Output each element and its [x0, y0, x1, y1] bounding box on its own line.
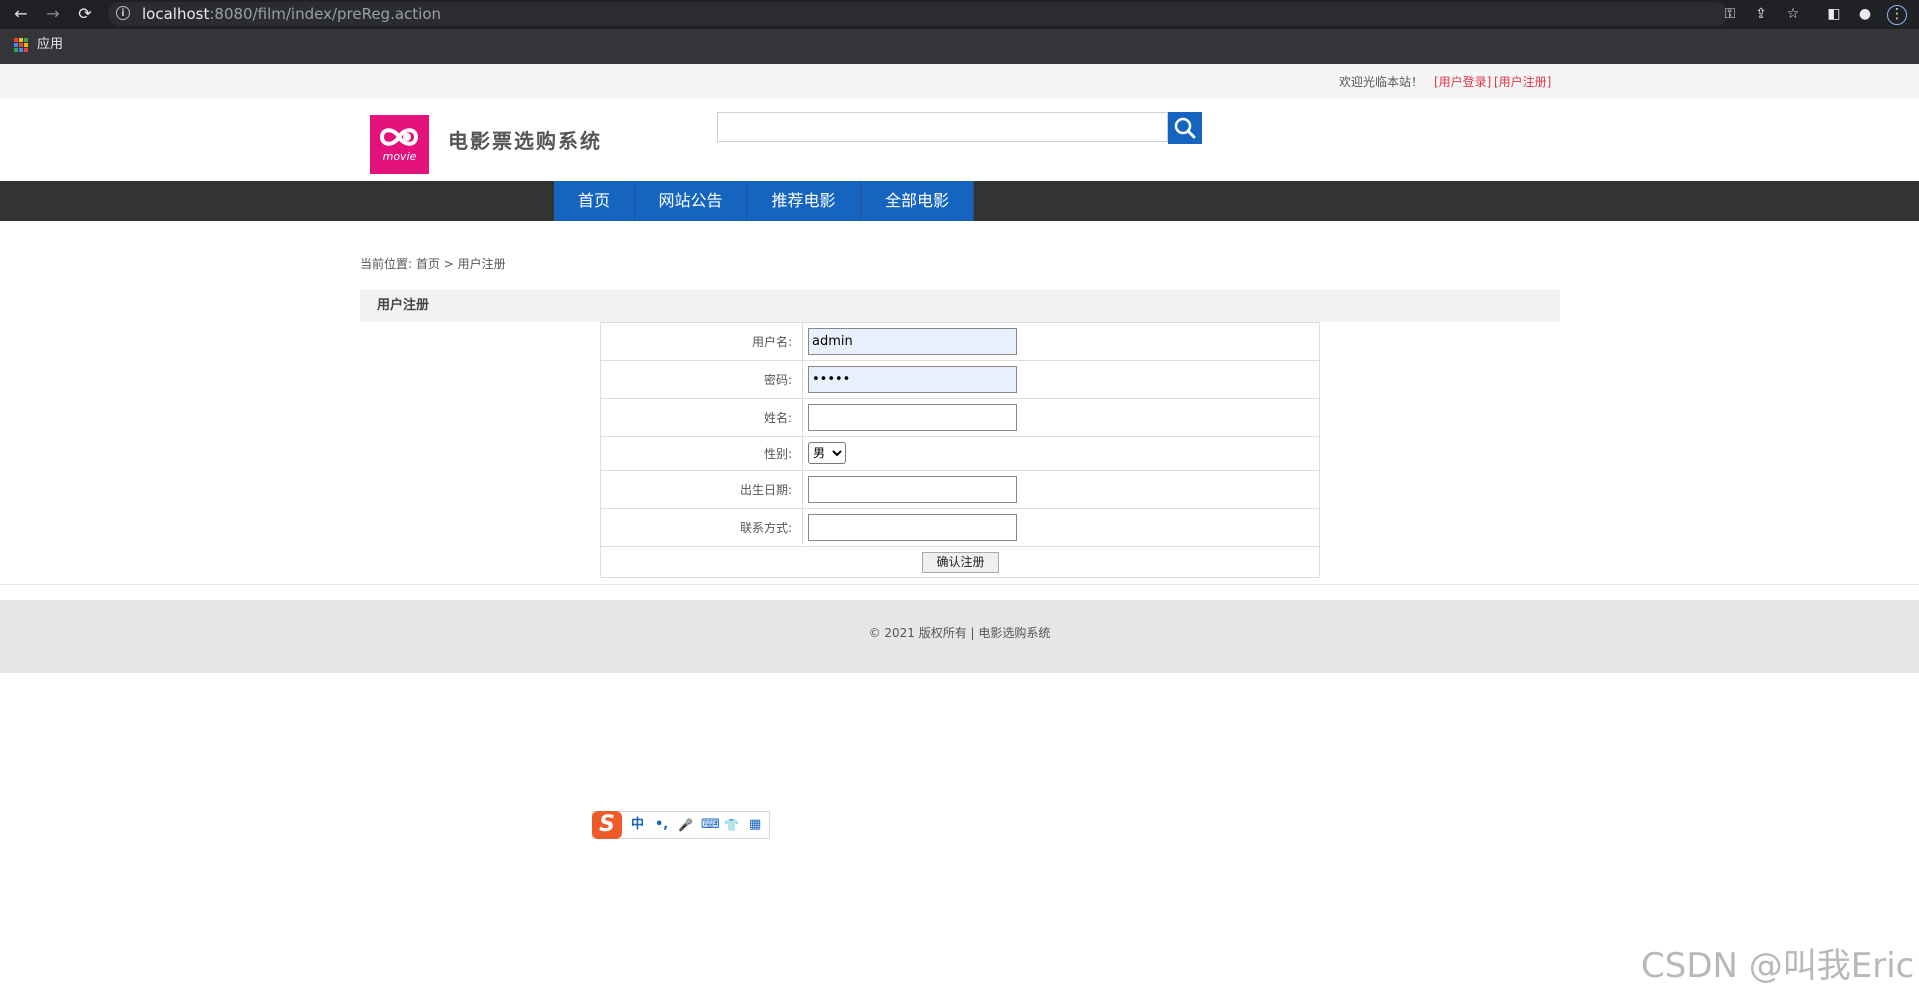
- section-header-bar: [360, 290, 1560, 322]
- side-panel-icon[interactable]: ◧: [1825, 5, 1843, 23]
- password-input[interactable]: [808, 366, 1017, 393]
- nav-announcements[interactable]: 网站公告: [635, 181, 747, 221]
- footer-separator: [0, 584, 1919, 585]
- nav-home[interactable]: 首页: [554, 181, 635, 221]
- forward-icon[interactable]: →: [43, 4, 63, 24]
- ime-microphone-icon[interactable]: 🎤: [678, 817, 693, 833]
- row-divider: [601, 470, 1319, 471]
- url-host: localhost: [142, 5, 210, 23]
- site-logo[interactable]: movie: [370, 115, 429, 174]
- submit-register-button[interactable]: 确认注册: [922, 552, 999, 573]
- welcome-text: 欢迎光临本站！: [1339, 75, 1424, 89]
- ime-toolbox-icon[interactable]: ▦: [749, 817, 761, 833]
- breadcrumb-prefix: 当前位置:: [360, 257, 413, 271]
- search-icon: [1174, 117, 1196, 139]
- contact-input[interactable]: [808, 514, 1017, 541]
- site-info-icon[interactable]: i: [116, 6, 130, 20]
- apps-bookmark[interactable]: 应用: [37, 36, 63, 54]
- breadcrumb-current: 用户注册: [457, 257, 506, 271]
- login-link[interactable]: [用户登录]: [1434, 75, 1491, 89]
- row-divider: [601, 360, 1319, 361]
- contact-label: 联系方式:: [739, 521, 792, 535]
- gender-select[interactable]: 男: [808, 442, 846, 464]
- column-divider: [802, 323, 803, 545]
- register-link[interactable]: [用户注册]: [1494, 75, 1551, 89]
- row-divider: [601, 436, 1319, 437]
- apps-grid-icon[interactable]: [14, 38, 28, 52]
- row-divider: [601, 508, 1319, 509]
- site-topbar: [0, 64, 1919, 99]
- search-input[interactable]: [717, 112, 1168, 142]
- back-icon[interactable]: ←: [11, 4, 31, 24]
- name-label: 姓名:: [763, 411, 792, 425]
- ime-keyboard-icon[interactable]: ⌨: [701, 817, 720, 833]
- share-icon[interactable]: ⇪: [1752, 5, 1770, 23]
- reload-icon[interactable]: ⟳: [75, 4, 95, 24]
- nav-all-movies[interactable]: 全部电影: [861, 181, 974, 221]
- row-divider: [601, 398, 1319, 399]
- birthday-input[interactable]: [808, 476, 1017, 503]
- url-text[interactable]: localhost:8080/film/index/preReg.action: [142, 5, 441, 23]
- username-label: 用户名:: [751, 335, 792, 349]
- breadcrumb-separator: >: [443, 257, 454, 271]
- infinity-logo-icon: [379, 128, 419, 146]
- url-path: :8080/film/index/preReg.action: [209, 5, 442, 23]
- birthday-label: 出生日期:: [739, 483, 792, 497]
- bookmark-star-icon[interactable]: ☆: [1784, 5, 1802, 23]
- section-title: 用户注册: [377, 298, 430, 313]
- ime-chinese-mode[interactable]: 中: [631, 817, 644, 833]
- breadcrumb-home-link[interactable]: 首页: [416, 257, 440, 271]
- gender-label: 性别:: [763, 447, 792, 461]
- nav-recommended-movies[interactable]: 推荐电影: [747, 181, 861, 221]
- ime-punctuation-icon[interactable]: •,: [655, 817, 668, 833]
- password-key-icon[interactable]: ⚿: [1721, 5, 1739, 23]
- logo-word: movie: [382, 150, 417, 163]
- profile-icon[interactable]: ●: [1856, 5, 1874, 23]
- site-title: 电影票选购系统: [448, 129, 602, 153]
- name-input[interactable]: [808, 404, 1017, 431]
- search-button[interactable]: [1168, 112, 1202, 144]
- footer-text: © 2021 版权所有 | 电影选购系统: [868, 626, 1051, 640]
- menu-kebab-icon[interactable]: ⋮: [1887, 5, 1907, 25]
- password-label: 密码:: [763, 373, 792, 387]
- ime-skin-icon[interactable]: 👕: [724, 817, 739, 833]
- bookmarks-bar: [0, 29, 1919, 64]
- ime-sogou-logo-icon[interactable]: S: [592, 811, 622, 839]
- csdn-watermark: CSDN @叫我Eric: [1641, 946, 1915, 986]
- username-input[interactable]: [808, 328, 1017, 355]
- breadcrumb: 当前位置: 首页 > 用户注册: [360, 257, 506, 271]
- row-divider: [601, 546, 1319, 547]
